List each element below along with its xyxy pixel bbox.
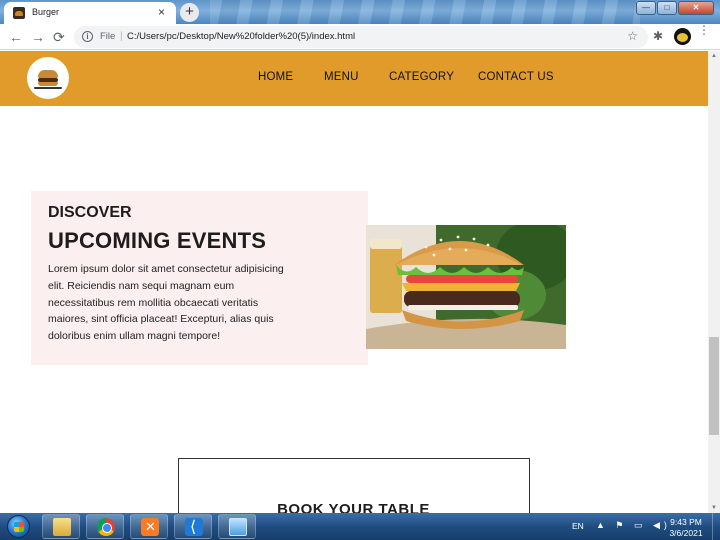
window-controls: — □ ✕ [635, 1, 714, 15]
taskbar-chrome[interactable] [86, 514, 124, 539]
close-window-button[interactable]: ✕ [678, 1, 714, 15]
file-label: File [100, 31, 116, 42]
maximize-button[interactable]: □ [657, 1, 677, 15]
info-icon[interactable]: i [82, 31, 93, 42]
forward-icon[interactable]: → [31, 29, 45, 45]
tab-close-icon[interactable]: × [158, 5, 165, 19]
nav-contact-us[interactable]: CONTACT US [478, 71, 554, 83]
chrome-icon [97, 518, 115, 536]
nav-home[interactable]: HOME [258, 71, 293, 83]
browser-tab-burger[interactable]: Burger × [4, 2, 176, 24]
folder-icon [53, 518, 71, 536]
logo-bun [38, 70, 58, 78]
scroll-thumb[interactable] [709, 337, 719, 435]
taskbar-xampp[interactable] [130, 514, 168, 539]
burger-favicon-icon [13, 7, 25, 19]
address-bar[interactable]: i File | C:/Users/pc/Desktop/New%20folde… [74, 26, 648, 48]
url-text[interactable]: C:/Users/pc/Desktop/New%20folder%20(5)/i… [127, 31, 355, 42]
scroll-up-icon[interactable]: ▲ [708, 53, 720, 59]
booking-box: BOOK YOUR TABLE [178, 458, 530, 513]
page-scrollbar[interactable]: ▲ ▼ [708, 51, 720, 513]
windows-taskbar: EN ▲ ⚑ ▭ ◀) 9:43 PM 3/6/2021 [0, 513, 720, 540]
profile-avatar[interactable] [674, 28, 691, 45]
language-indicator[interactable]: EN [572, 521, 584, 531]
scroll-down-icon[interactable]: ▼ [708, 505, 720, 511]
site-header: HOME MENU CATEGORY CONTACT US [0, 51, 708, 106]
extensions-puzzle-icon[interactable]: ✱ [653, 29, 663, 43]
back-icon[interactable]: ← [9, 29, 23, 45]
browser-menu-icon[interactable]: ⋮ [698, 24, 710, 36]
tab-title: Burger [32, 7, 60, 17]
window-icon [229, 518, 247, 536]
page-viewport: HOME MENU CATEGORY CONTACT US DISCOVER U… [0, 51, 708, 513]
vscode-icon [185, 517, 203, 536]
events-heading: UPCOMING EVENTS [48, 228, 267, 253]
xampp-icon [141, 518, 159, 536]
start-orb-icon [7, 515, 30, 538]
logo-bottom-bun [38, 82, 58, 86]
booking-heading: BOOK YOUR TABLE [277, 501, 430, 513]
start-button[interactable] [3, 513, 33, 540]
reload-icon[interactable]: ⟳ [53, 29, 65, 46]
minimize-button[interactable]: — [636, 1, 656, 15]
taskbar-window[interactable] [218, 514, 256, 539]
clock-time[interactable]: 9:43 PM [664, 517, 708, 527]
system-tray-icons[interactable]: ▲ ⚑ ▭ ◀) [596, 520, 671, 531]
taskbar-explorer[interactable] [42, 514, 80, 539]
url-separator: | [120, 31, 123, 42]
taskbar-vscode[interactable] [174, 514, 212, 539]
clock-date[interactable]: 3/6/2021 [664, 528, 708, 538]
nav-category[interactable]: CATEGORY [389, 71, 454, 83]
new-tab-button[interactable]: + [180, 3, 199, 22]
logo-burger-icon[interactable] [27, 57, 69, 99]
logo-plate [34, 87, 62, 89]
burger-photo [366, 225, 566, 349]
browser-toolbar: ← → ⟳ i File | C:/Users/pc/Desktop/New%2… [0, 24, 720, 50]
star-icon[interactable]: ☆ [627, 29, 638, 43]
nav-menu[interactable]: MENU [324, 71, 359, 83]
events-description: Lorem ipsum dolor sit amet consectetur a… [48, 263, 284, 343]
show-desktop-button[interactable] [712, 513, 720, 540]
events-card: DISCOVER UPCOMING EVENTS Lorem ipsum dol… [31, 191, 368, 365]
events-kicker: DISCOVER [48, 204, 132, 221]
